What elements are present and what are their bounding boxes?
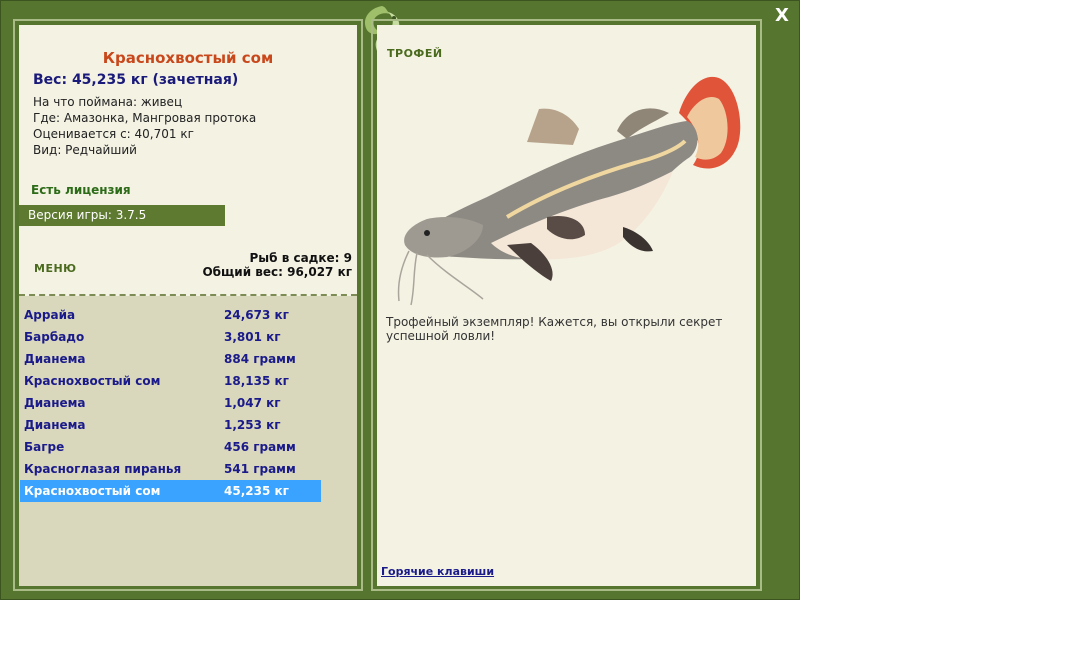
catch-weight: 541 грамм	[224, 462, 296, 476]
menu-button[interactable]: МЕНЮ	[34, 262, 77, 276]
catch-name: Дианема	[24, 396, 86, 410]
catch-row[interactable]: Аррайа 24,673 кг	[20, 304, 321, 326]
fish-count: Рыб в садке: 9	[249, 251, 353, 265]
threshold-info: Оценивается с: 40,701 кг	[33, 127, 194, 141]
location-info: Где: Амазонка, Мангровая протока	[33, 111, 257, 125]
total-weight: Общий вес: 96,027 кг	[202, 265, 352, 279]
catch-name: Багре	[24, 440, 65, 454]
catch-name: Аррайа	[24, 308, 76, 322]
catch-name: Дианема	[24, 418, 86, 432]
catch-row[interactable]: Краснохвостый сом 18,135 кг	[20, 370, 321, 392]
catch-row[interactable]: Барбадо 3,801 кг	[20, 326, 321, 348]
catch-weight: 24,673 кг	[224, 308, 289, 322]
catch-weight: 18,135 кг	[224, 374, 289, 388]
trophy-description: Трофейный экземпляр! Кажется, вы открыли…	[386, 315, 723, 343]
catch-name: Барбадо	[24, 330, 85, 344]
catch-list: Аррайа 24,673 кг Барбадо 3,801 кг Дианема 884…	[20, 304, 321, 502]
license-status: Есть лицензия	[31, 183, 131, 197]
catch-weight: 1,253 кг	[224, 418, 281, 432]
fish-name: Краснохвостый сом	[102, 49, 274, 67]
close-button[interactable]: X	[772, 6, 792, 26]
catch-row[interactable]: Дианема 1,253 кг	[20, 414, 321, 436]
catch-weight: 45,235 кг	[224, 484, 289, 498]
catch-name: Красноглазая пиранья	[24, 462, 182, 476]
catch-name: Краснохвостый сом	[24, 484, 161, 498]
catch-list-area: Аррайа 24,673 кг Барбадо 3,801 кг Дианема 884…	[19, 296, 357, 586]
trophy-panel: ТРОФЕЙ Трофейный экземпляр! Кажется, вы …	[377, 25, 756, 586]
keepnet-stats: Рыб в садке: 9 Общий вес: 96,027 кг	[202, 251, 352, 279]
hotkeys-link[interactable]: Горячие клавиши	[381, 565, 494, 579]
game-window: X Краснохвостый сом Вес: 45,235 кг (заче…	[0, 0, 800, 600]
catch-name: Краснохвостый сом	[24, 374, 161, 388]
catch-weight: 3,801 кг	[224, 330, 281, 344]
version-bar: Версия игры: 3.7.5	[19, 205, 225, 226]
catch-weight: 884 грамм	[224, 352, 296, 366]
catch-row[interactable]: Дианема 1,047 кг	[20, 392, 321, 414]
trophy-label: ТРОФЕЙ	[387, 47, 443, 60]
bait-info: На что поймана: живец	[33, 95, 183, 109]
catch-weight: 1,047 кг	[224, 396, 281, 410]
catch-weight: 456 грамм	[224, 440, 296, 454]
catch-row[interactable]: Дианема 884 грамм	[20, 348, 321, 370]
fish-weight: Вес: 45,235 кг (зачетная)	[33, 72, 239, 88]
rarity-info: Вид: Редчайший	[33, 143, 137, 157]
fish-info-panel: Краснохвостый сом Вес: 45,235 кг (зачетн…	[19, 25, 357, 586]
catch-name: Дианема	[24, 352, 86, 366]
catfish-image	[397, 76, 741, 306]
catch-row[interactable]: Красноглазая пиранья 541 грамм	[20, 458, 321, 480]
catch-row[interactable]: Багре 456 грамм	[20, 436, 321, 458]
catch-row-selected[interactable]: Краснохвостый сом 45,235 кг	[20, 480, 321, 502]
